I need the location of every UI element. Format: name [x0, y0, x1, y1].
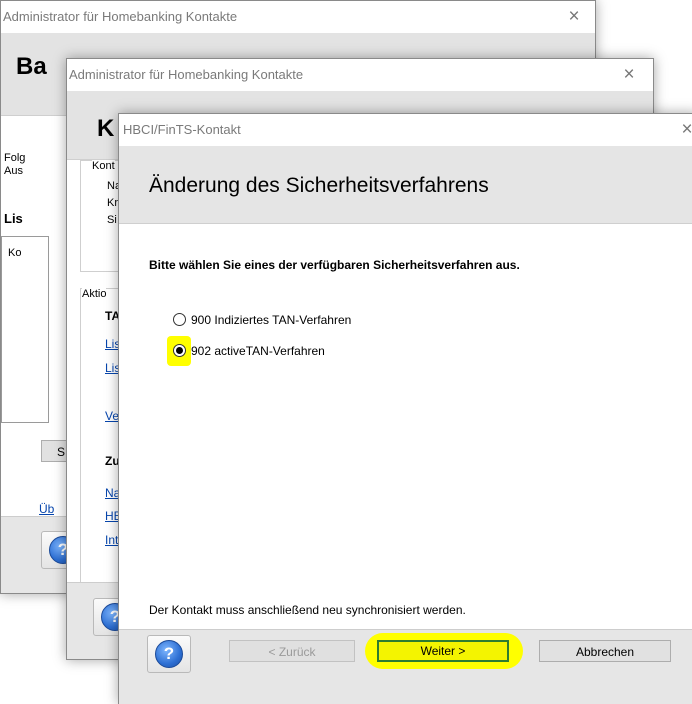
- front-bottom-band: ? < Zurück Weiter > Abbrechen: [119, 629, 692, 704]
- middle-window-title: Administrator für Homebanking Kontakte: [69, 67, 304, 82]
- back-text-fragment: Folg: [4, 152, 26, 164]
- middle-heading-fragment: K: [97, 115, 115, 142]
- hbci-contact-dialog: HBCI/FinTS-Kontakt × Änderung des Sicher…: [118, 113, 692, 704]
- radio-selected-dot: [176, 347, 183, 354]
- middle-link[interactable]: Int: [105, 533, 118, 547]
- back-heading-fragment: Ba: [16, 53, 47, 80]
- footer-note: Der Kontakt muss anschließend neu synchr…: [149, 603, 466, 617]
- back-button[interactable]: < Zurück: [229, 640, 355, 662]
- radio-button-902[interactable]: [173, 344, 186, 357]
- close-icon[interactable]: ×: [613, 62, 645, 88]
- middle-link[interactable]: Ve: [105, 409, 119, 423]
- back-link-fragment[interactable]: Üb: [39, 502, 54, 516]
- instruction-text: Bitte wählen Sie eines der verfügbaren S…: [149, 258, 520, 272]
- option-900-radio-row[interactable]: 900 Indiziertes TAN-Verfahren: [169, 311, 429, 331]
- back-titlebar: Administrator für Homebanking Kontakte ×: [1, 1, 595, 33]
- middle-kontakt-field: Kr: [107, 197, 118, 209]
- option-902-label: 902 activeTAN-Verfahren: [191, 344, 325, 358]
- cancel-button[interactable]: Abbrechen: [539, 640, 671, 662]
- back-text-fragment: Aus: [4, 165, 23, 177]
- back-list-label: Lis: [4, 211, 23, 226]
- radio-button-900[interactable]: [173, 313, 186, 326]
- front-body: Bitte wählen Sie eines der verfügbaren S…: [119, 224, 692, 629]
- middle-aktion-group-label: Aktio: [82, 288, 107, 300]
- middle-titlebar: Administrator für Homebanking Kontakte ×: [67, 59, 653, 91]
- dialog-heading: Änderung des Sicherheitsverfahrens: [149, 174, 489, 197]
- option-902-radio-row[interactable]: 902 activeTAN-Verfahren: [167, 336, 429, 366]
- help-icon: ?: [155, 640, 183, 668]
- close-icon[interactable]: ×: [671, 117, 692, 143]
- front-titlebar: HBCI/FinTS-Kontakt ×: [119, 114, 692, 146]
- back-window-title: Administrator für Homebanking Kontakte: [3, 9, 238, 24]
- front-header-band: Änderung des Sicherheitsverfahrens: [119, 146, 692, 224]
- middle-kontakt-group-label: Kont: [92, 160, 115, 172]
- middle-kontakt-field: Si: [107, 214, 117, 226]
- back-list-box[interactable]: Ko: [1, 236, 49, 423]
- front-window-title: HBCI/FinTS-Kontakt: [123, 122, 241, 137]
- option-900-label: 900 Indiziertes TAN-Verfahren: [191, 313, 352, 327]
- back-list-header: Ko: [8, 247, 22, 259]
- next-button[interactable]: Weiter >: [377, 640, 509, 662]
- help-button[interactable]: ?: [147, 635, 191, 673]
- close-icon[interactable]: ×: [558, 4, 590, 30]
